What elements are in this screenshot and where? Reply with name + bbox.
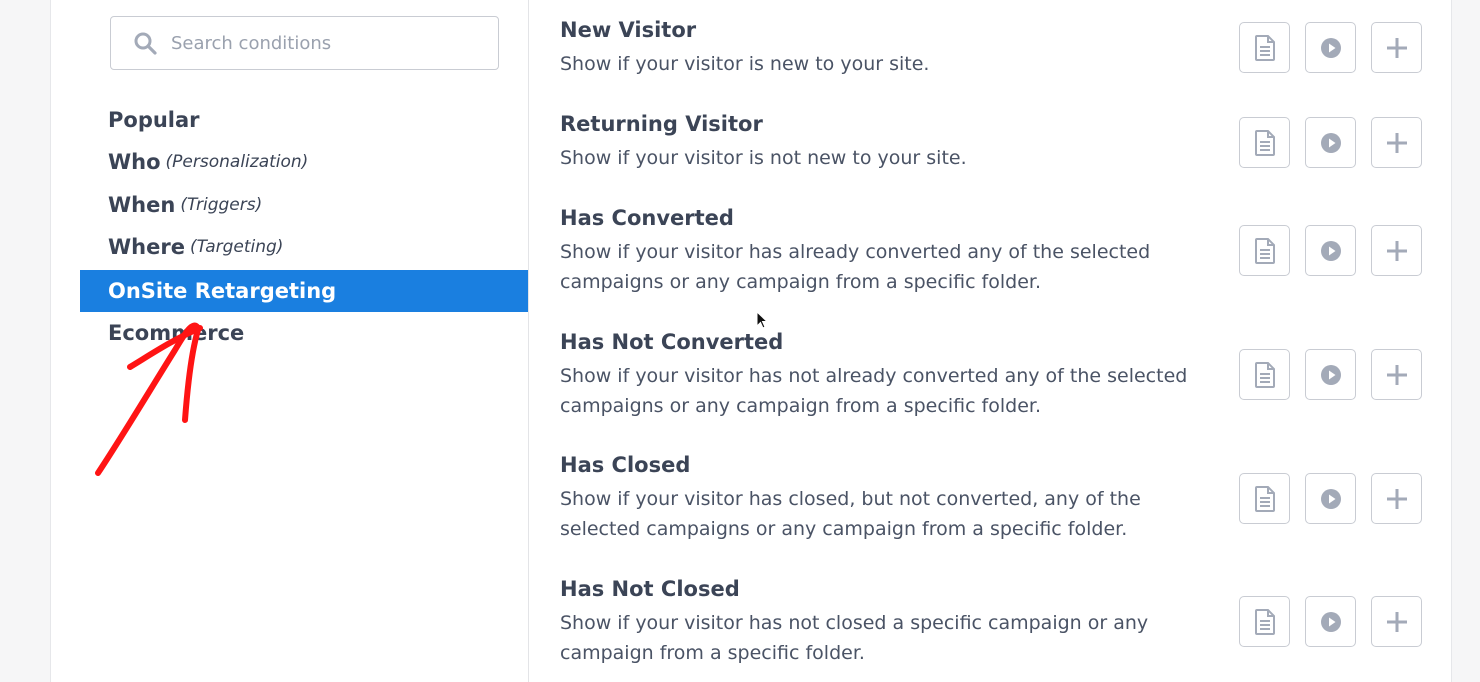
play-icon bbox=[1320, 611, 1342, 633]
condition-description: Show if your visitor has not already con… bbox=[560, 365, 1188, 417]
add-condition-button[interactable] bbox=[1371, 349, 1422, 400]
preview-button[interactable] bbox=[1239, 22, 1290, 73]
condition-description: Show if your visitor has closed, but not… bbox=[560, 488, 1141, 540]
panel-left-edge bbox=[50, 0, 51, 682]
condition-actions bbox=[1239, 596, 1422, 647]
play-icon bbox=[1320, 132, 1342, 154]
panel-right-edge bbox=[1451, 0, 1452, 682]
search-box[interactable] bbox=[110, 16, 499, 70]
document-icon bbox=[1254, 34, 1276, 61]
category-label: When bbox=[108, 193, 176, 217]
document-icon bbox=[1254, 129, 1276, 156]
demo-button[interactable] bbox=[1305, 596, 1356, 647]
add-condition-button[interactable] bbox=[1371, 225, 1422, 276]
category-when[interactable]: When (Triggers) bbox=[80, 184, 528, 226]
demo-button[interactable] bbox=[1305, 473, 1356, 524]
play-icon bbox=[1320, 37, 1342, 59]
category-popular[interactable]: Popular bbox=[80, 99, 528, 141]
plus-icon bbox=[1386, 240, 1408, 262]
add-condition-button[interactable] bbox=[1371, 22, 1422, 73]
add-condition-button[interactable] bbox=[1371, 473, 1422, 524]
play-icon bbox=[1320, 488, 1342, 510]
category-label: Ecommerce bbox=[108, 321, 245, 345]
condition-description: Show if your visitor is new to your site… bbox=[560, 53, 930, 75]
demo-button[interactable] bbox=[1305, 117, 1356, 168]
plus-icon bbox=[1386, 488, 1408, 510]
preview-button[interactable] bbox=[1239, 349, 1290, 400]
document-icon bbox=[1254, 361, 1276, 388]
category-where[interactable]: Where (Targeting) bbox=[80, 226, 528, 268]
condition-description: Show if your visitor has not closed a sp… bbox=[560, 612, 1149, 664]
category-sublabel: (Personalization) bbox=[165, 152, 309, 172]
condition-actions bbox=[1239, 225, 1422, 276]
category-sublabel: (Triggers) bbox=[180, 195, 263, 215]
demo-button[interactable] bbox=[1305, 225, 1356, 276]
document-icon bbox=[1254, 237, 1276, 264]
plus-icon bbox=[1386, 611, 1408, 633]
plus-icon bbox=[1386, 364, 1408, 386]
preview-button[interactable] bbox=[1239, 473, 1290, 524]
category-label: Popular bbox=[108, 108, 200, 132]
document-icon bbox=[1254, 485, 1276, 512]
add-condition-button[interactable] bbox=[1371, 117, 1422, 168]
condition-description: Show if your visitor has already convert… bbox=[560, 241, 1151, 293]
category-ecommerce[interactable]: Ecommerce bbox=[80, 312, 528, 354]
category-sidebar: Popular Who (Personalization) When (Trig… bbox=[80, 0, 529, 682]
preview-button[interactable] bbox=[1239, 225, 1290, 276]
play-icon bbox=[1320, 364, 1342, 386]
demo-button[interactable] bbox=[1305, 349, 1356, 400]
preview-button[interactable] bbox=[1239, 117, 1290, 168]
search-icon bbox=[134, 32, 157, 55]
condition-actions bbox=[1239, 22, 1422, 73]
category-label: Who bbox=[108, 150, 161, 174]
category-label: OnSite Retargeting bbox=[108, 279, 337, 303]
plus-icon bbox=[1386, 37, 1408, 59]
category-sublabel: (Targeting) bbox=[189, 237, 284, 257]
mouse-cursor-icon bbox=[756, 311, 768, 329]
category-who[interactable]: Who (Personalization) bbox=[80, 141, 528, 183]
condition-actions bbox=[1239, 117, 1422, 168]
demo-button[interactable] bbox=[1305, 22, 1356, 73]
preview-button[interactable] bbox=[1239, 596, 1290, 647]
condition-description: Show if your visitor is not new to your … bbox=[560, 147, 967, 169]
document-icon bbox=[1254, 608, 1276, 635]
category-label: Where bbox=[108, 235, 185, 259]
plus-icon bbox=[1386, 132, 1408, 154]
condition-actions bbox=[1239, 473, 1422, 524]
add-condition-button[interactable] bbox=[1371, 596, 1422, 647]
category-onsite-retargeting[interactable]: OnSite Retargeting bbox=[80, 270, 528, 312]
play-icon bbox=[1320, 240, 1342, 262]
condition-actions bbox=[1239, 349, 1422, 400]
search-input[interactable] bbox=[171, 27, 481, 59]
